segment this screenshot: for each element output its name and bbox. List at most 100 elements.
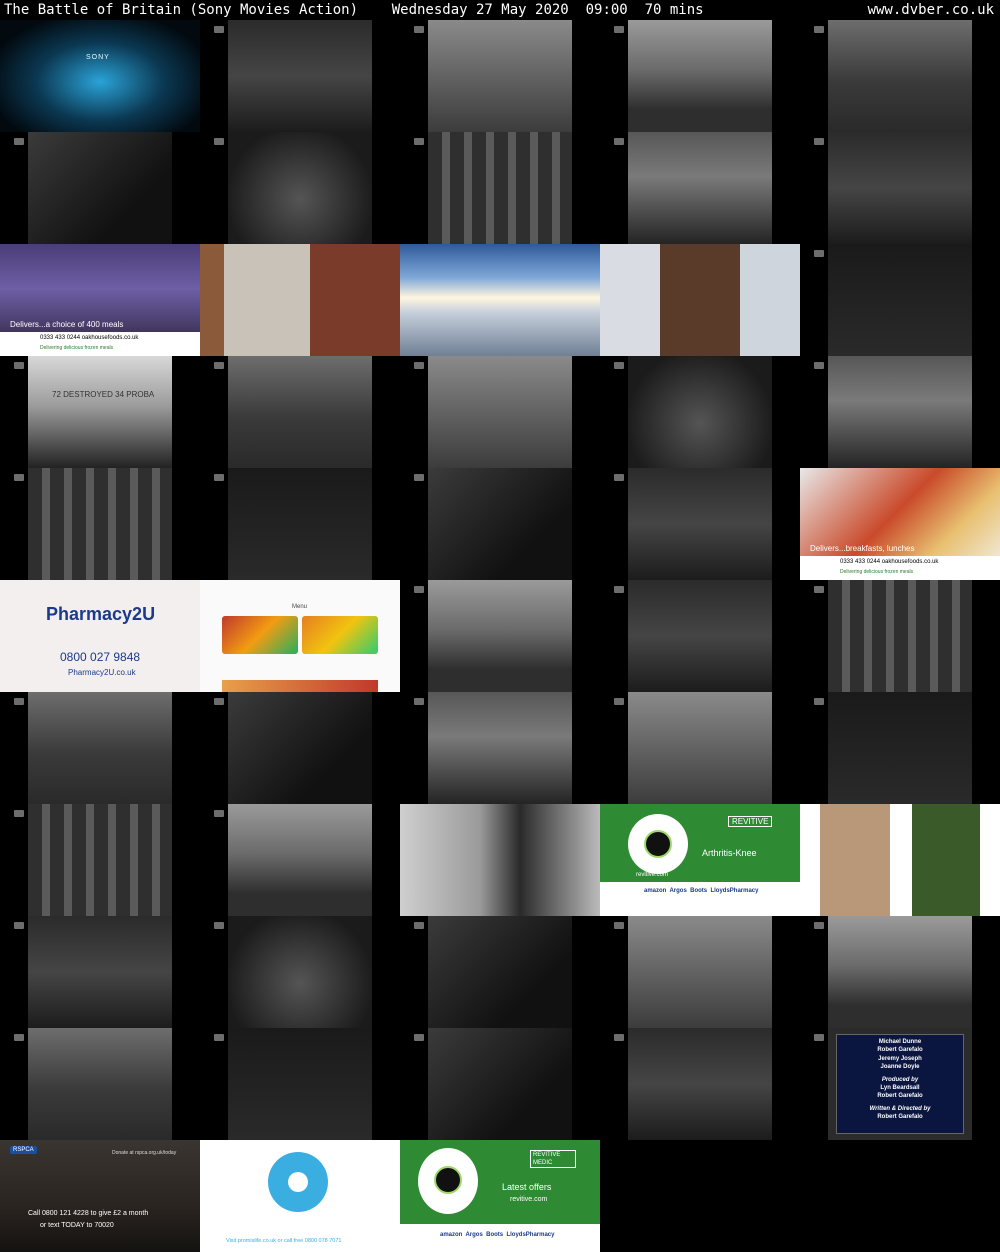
thumbnail[interactable] xyxy=(400,804,600,916)
thumbnail-ad-revitive[interactable]: REVITIVE Arthritis-Knee revitive.com ama… xyxy=(600,804,800,916)
pharmacy-logo: Pharmacy2U xyxy=(46,604,156,624)
thumbnail[interactable] xyxy=(600,1028,800,1140)
channel-logo-icon xyxy=(414,922,424,929)
credit-line: Robert Garefalo xyxy=(877,1114,923,1121)
thumbnail[interactable] xyxy=(0,804,200,916)
channel-logo-icon xyxy=(414,1034,424,1041)
thumbnail[interactable] xyxy=(600,580,800,692)
thumbnail[interactable] xyxy=(600,132,800,244)
channel-logo-icon xyxy=(14,1034,24,1041)
pharmacy-phone: 0800 027 9848 xyxy=(60,650,141,664)
thumbnail[interactable] xyxy=(400,20,600,132)
thumbnail[interactable] xyxy=(800,580,1000,692)
thumbnail[interactable] xyxy=(0,692,200,804)
channel-logo-icon xyxy=(214,1034,224,1041)
thumbnail-ad-oakhouse[interactable]: Delivers...a choice of 400 meals 0333 43… xyxy=(0,244,200,356)
thumbnail[interactable] xyxy=(800,20,1000,132)
revitive-url: revitive.com xyxy=(510,1196,548,1203)
channel-logo-icon xyxy=(214,26,224,33)
thumbnail[interactable] xyxy=(0,916,200,1028)
thumbnail-credits[interactable]: Michael Dunne Robert Garefalo Jeremy Jos… xyxy=(800,1028,1000,1140)
thumbnail[interactable] xyxy=(800,132,1000,244)
thumbnail[interactable] xyxy=(200,1028,400,1140)
thumbnail[interactable] xyxy=(200,244,400,356)
revitive-medic-retailers: amazon Argos Boots LloydsPharmacy xyxy=(440,1232,555,1238)
credit-line: Robert Garefalo xyxy=(877,1093,923,1100)
thumbnail-ad-oakhouse[interactable]: Delivers...breakfasts, lunches 0333 433 … xyxy=(800,468,1000,580)
channel-logo-icon xyxy=(14,810,24,817)
thumbnail[interactable] xyxy=(400,132,600,244)
ad-tagline: Delivering delicious frozen meals xyxy=(40,345,114,351)
thumbnail[interactable] xyxy=(600,244,800,356)
credit-heading: Produced by xyxy=(881,1076,919,1083)
channel-logo-icon xyxy=(414,474,424,481)
thumbnail[interactable] xyxy=(200,468,400,580)
channel-logo-icon xyxy=(214,138,224,145)
channel-logo-icon xyxy=(614,586,624,593)
thumbnail[interactable] xyxy=(0,1028,200,1140)
channel-logo-icon xyxy=(414,362,424,369)
channel-logo-icon xyxy=(414,698,424,705)
thumbnail[interactable] xyxy=(400,916,600,1028)
thumbnail[interactable] xyxy=(200,916,400,1028)
channel-logo-icon xyxy=(14,922,24,929)
thumbnail[interactable] xyxy=(600,692,800,804)
thumbnail[interactable] xyxy=(200,132,400,244)
credit-line: Robert Garefalo xyxy=(877,1047,923,1054)
thumbnail[interactable] xyxy=(800,916,1000,1028)
thumbnail[interactable] xyxy=(0,132,200,244)
thumbnail[interactable] xyxy=(400,244,600,356)
channel-logo-icon xyxy=(414,138,424,145)
channel-logo-icon xyxy=(614,138,624,145)
thumbnail[interactable] xyxy=(400,468,600,580)
thumbnail-ad-revitive-medic[interactable]: REVITIVE MEDIC Latest offers revitive.co… xyxy=(400,1140,600,1252)
thumbnail[interactable] xyxy=(800,244,1000,356)
thumbnail[interactable] xyxy=(0,468,200,580)
thumbnail[interactable] xyxy=(400,692,600,804)
thumbnail[interactable] xyxy=(400,1028,600,1140)
ad-tagline: Delivering delicious frozen meals xyxy=(840,569,914,575)
thumbnail[interactable] xyxy=(600,468,800,580)
thumbnail[interactable] xyxy=(200,20,400,132)
thumbnail[interactable] xyxy=(600,916,800,1028)
pharmacy-url: Pharmacy2U.co.uk xyxy=(68,668,136,677)
thumbnail[interactable]: 72 DESTROYED 34 PROBA xyxy=(0,356,200,468)
channel-logo-icon xyxy=(214,698,224,705)
rspca-top: Donate at rspca.org.uk/today xyxy=(112,1150,177,1156)
thumbnail[interactable]: SONY xyxy=(0,20,200,132)
thumbnail[interactable] xyxy=(200,804,400,916)
channel-logo-icon xyxy=(14,474,24,481)
thumbnail-ad-pharmacy2u[interactable]: Pharmacy2U 0800 027 9848 Pharmacy2U.co.u… xyxy=(0,580,200,692)
thumbnail[interactable] xyxy=(800,356,1000,468)
thumbnail-app-menu[interactable]: Menu xyxy=(200,580,400,692)
menu-title: Menu xyxy=(292,604,308,610)
revitive-site: revitive.com xyxy=(636,872,669,878)
thumbnail[interactable] xyxy=(800,804,1000,916)
channel-logo-icon xyxy=(814,698,824,705)
channel-logo-icon xyxy=(814,922,824,929)
thumbnail[interactable] xyxy=(200,356,400,468)
thumbnail[interactable] xyxy=(600,356,800,468)
credit-heading: Written & Directed by xyxy=(869,1105,931,1112)
channel-logo-icon xyxy=(214,922,224,929)
sony-logo: SONY xyxy=(86,54,110,61)
thumbnail[interactable] xyxy=(800,692,1000,804)
thumbnail[interactable] xyxy=(200,692,400,804)
revitive-logo: REVITIVE xyxy=(728,816,773,827)
thumbnail[interactable] xyxy=(400,580,600,692)
site-link[interactable]: www.dvber.co.uk xyxy=(868,0,994,20)
thumbnail[interactable] xyxy=(600,20,800,132)
thumbnail-ad-promis[interactable]: Visit promislife.co.uk or call free 0800… xyxy=(200,1140,400,1252)
revitive-offer: Latest offers xyxy=(502,1182,552,1192)
promis-footer: Visit promislife.co.uk or call free 0800… xyxy=(226,1238,342,1244)
channel-logo-icon xyxy=(214,362,224,369)
channel-logo-icon xyxy=(614,698,624,705)
thumbnail-ad-rspca[interactable]: RSPCA Donate at rspca.org.uk/today Call … xyxy=(0,1140,200,1252)
thumbnail[interactable] xyxy=(400,356,600,468)
credit-line: Joanne Doyle xyxy=(880,1064,920,1071)
channel-logo-icon xyxy=(14,138,24,145)
channel-logo-icon xyxy=(614,922,624,929)
channel-logo-icon xyxy=(614,1034,624,1041)
rspca-line1: Call 0800 121 4228 to give £2 a month xyxy=(28,1210,149,1217)
page-header: The Battle of Britain (Sony Movies Actio… xyxy=(0,0,1000,20)
